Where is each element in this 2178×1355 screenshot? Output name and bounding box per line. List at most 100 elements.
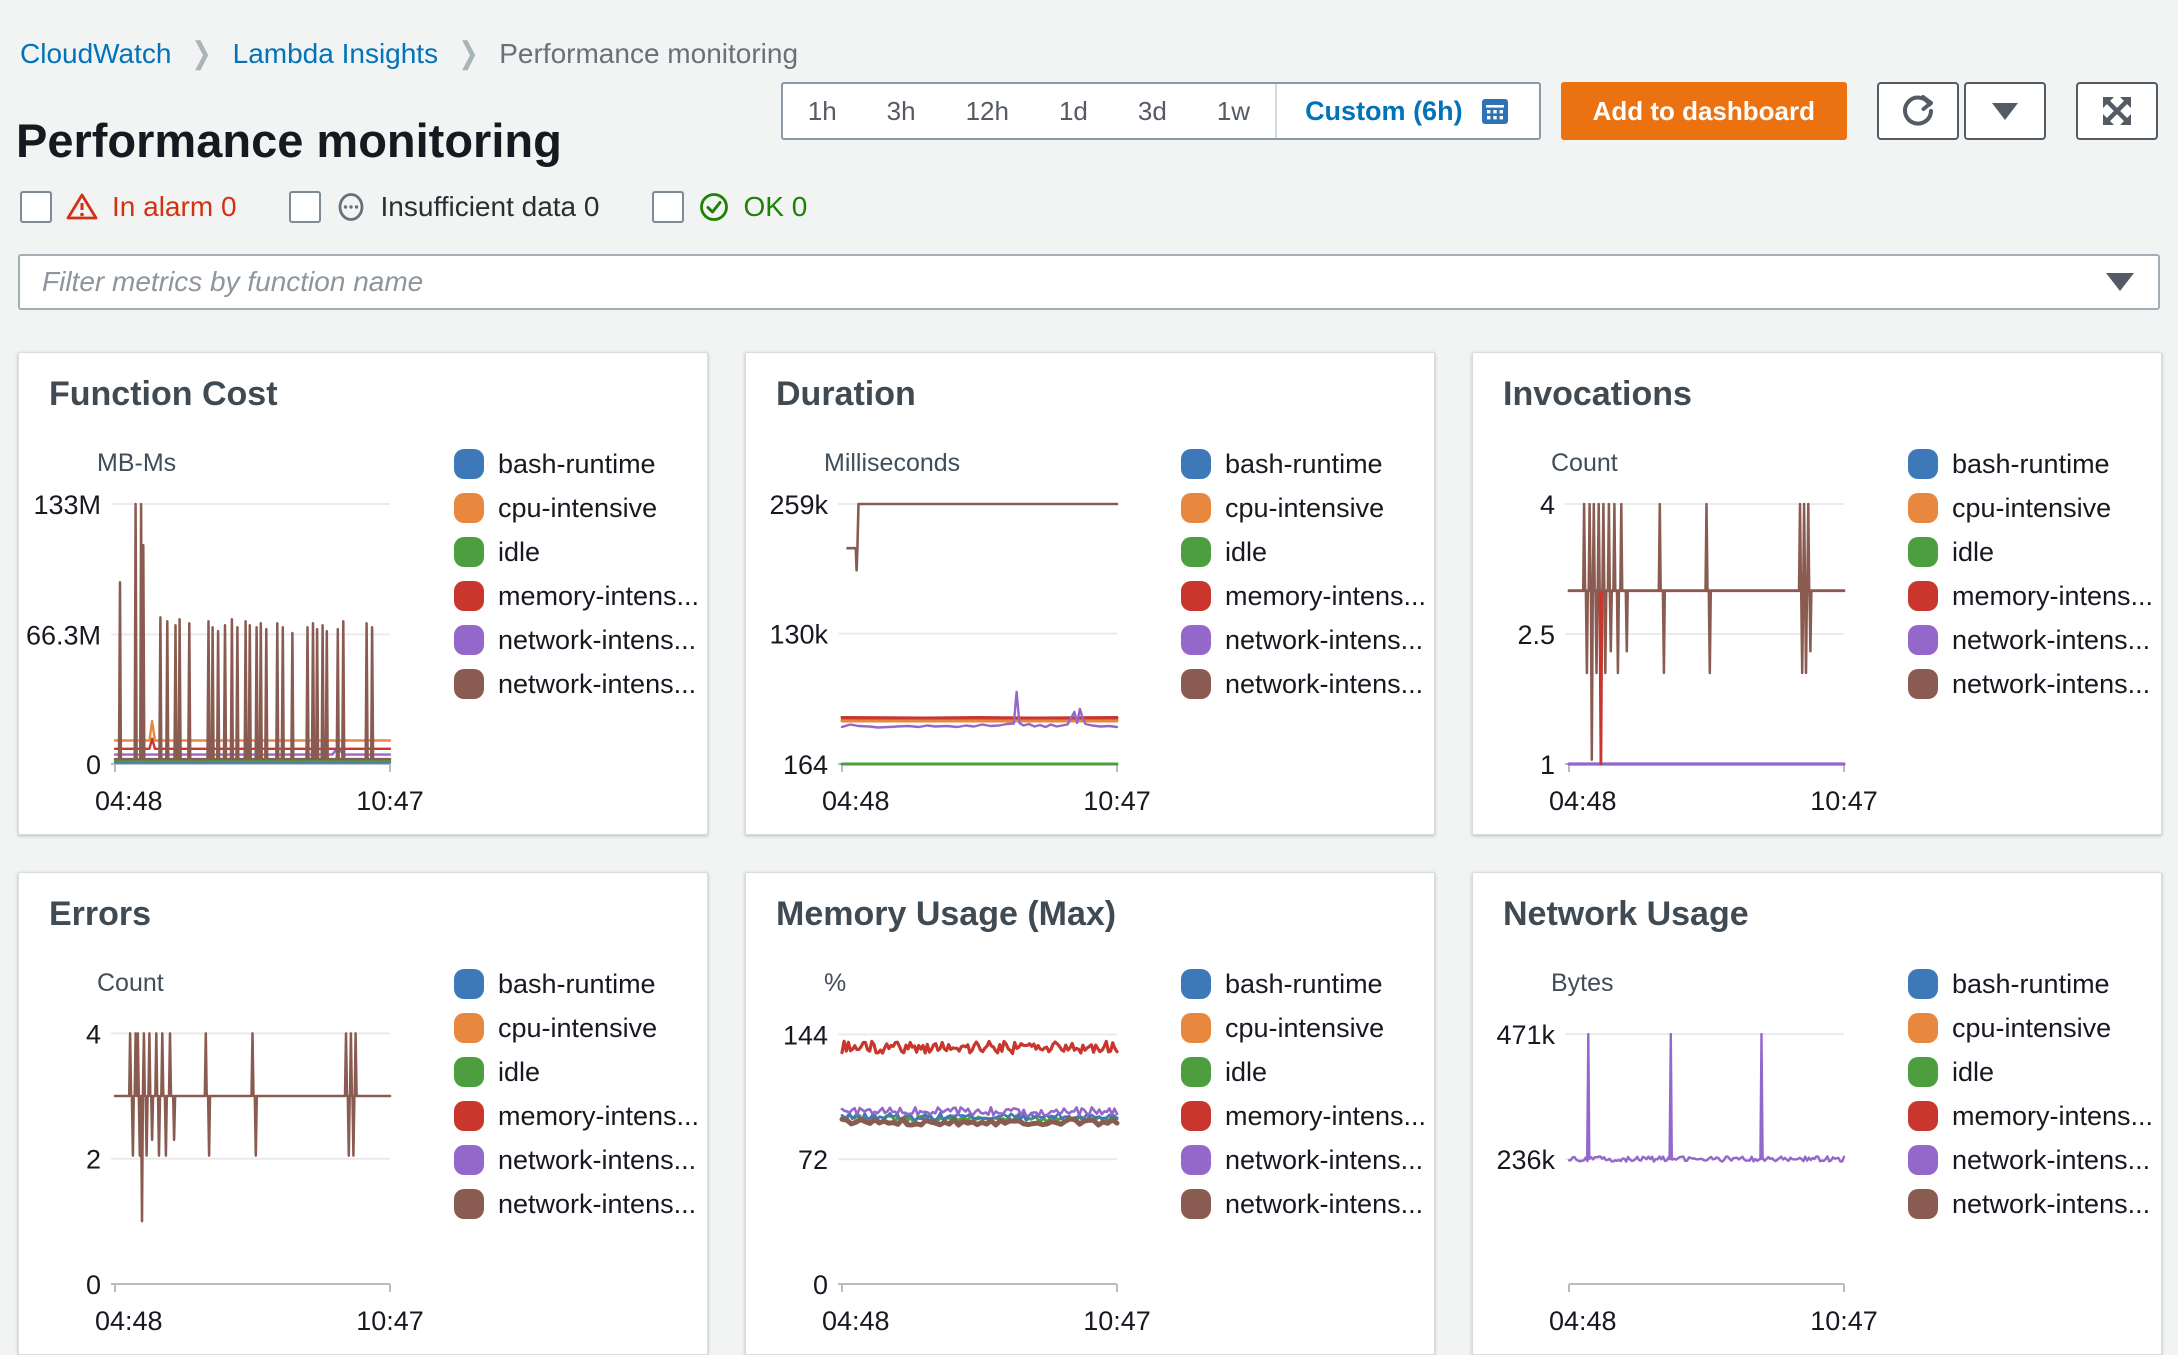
legend-item-3[interactable]: memory-intens... <box>1181 1101 1426 1131</box>
legend-item-0[interactable]: bash-runtime <box>1181 449 1426 479</box>
legend-item-1[interactable]: cpu-intensive <box>1181 493 1426 523</box>
page-title: Performance monitoring <box>16 114 562 168</box>
legend-item-5[interactable]: network-intens... <box>454 669 699 699</box>
svg-text:0: 0 <box>86 1270 101 1300</box>
legend-item-2[interactable]: idle <box>1908 1057 2153 1087</box>
legend-item-0[interactable]: bash-runtime <box>1181 969 1426 999</box>
legend-item-0[interactable]: bash-runtime <box>454 969 699 999</box>
legend-label: network-intens... <box>498 1188 697 1219</box>
legend-label: network-intens... <box>1952 1144 2151 1175</box>
alarm-filter-in-alarm: In alarm 0 <box>20 190 237 224</box>
legend-label: memory-intens... <box>1225 1100 1427 1131</box>
legend-label: cpu-intensive <box>1952 1012 2112 1043</box>
card-network-usage: Network Usage Bytes 471k 236k 04:48 10:47 b… <box>1472 872 2162 1355</box>
svg-text:72: 72 <box>798 1145 828 1175</box>
in-alarm-checkbox[interactable] <box>20 191 52 223</box>
breadcrumb-cloudwatch[interactable]: CloudWatch <box>20 38 171 70</box>
filter-dropdown-icon[interactable] <box>2106 273 2134 291</box>
svg-text:66.3M: 66.3M <box>26 620 101 650</box>
svg-text:04:48: 04:48 <box>95 786 163 816</box>
legend-item-1[interactable]: cpu-intensive <box>1908 1013 2153 1043</box>
legend-swatch <box>1181 1013 1211 1043</box>
ok-checkbox[interactable] <box>651 191 684 223</box>
chart-grid: Function Cost MB-Ms 133M 66.3M 0 04:48 10:47… <box>0 352 2178 1355</box>
legend-swatch <box>1908 625 1938 655</box>
svg-text:133M: 133M <box>33 490 101 520</box>
legend-label: memory-intens... <box>1225 580 1427 611</box>
legend-item-3[interactable]: memory-intens... <box>454 1101 699 1131</box>
legend-label: bash-runtime <box>1225 968 1383 999</box>
legend-label: idle <box>1225 536 1268 567</box>
legend-item-4[interactable]: network-intens... <box>1181 625 1426 655</box>
legend-swatch <box>1908 1057 1938 1087</box>
legend-item-4[interactable]: network-intens... <box>1181 1145 1426 1175</box>
time-range-custom[interactable]: Custom (6h) <box>1275 84 1539 138</box>
time-range-3d[interactable]: 3d <box>1113 84 1192 138</box>
legend-swatch <box>1181 581 1211 611</box>
chart-unit-label: Bytes <box>1551 969 1614 997</box>
legend-item-0[interactable]: bash-runtime <box>454 449 699 479</box>
time-range-1h[interactable]: 1h <box>783 84 862 138</box>
legend-label: network-intens... <box>1225 624 1424 655</box>
legend-item-5[interactable]: network-intens... <box>454 1189 699 1219</box>
legend-item-1[interactable]: cpu-intensive <box>1181 1013 1426 1043</box>
svg-text:10:47: 10:47 <box>1810 1306 1878 1336</box>
legend-label: bash-runtime <box>1952 968 2110 999</box>
chart-legend: bash-runtime cpu-intensive idle memory-inte… <box>1908 969 2153 1219</box>
legend-item-4[interactable]: network-intens... <box>1908 1145 2153 1175</box>
legend-label: idle <box>1225 1056 1268 1087</box>
time-range-1w[interactable]: 1w <box>1192 84 1275 138</box>
legend-item-5[interactable]: network-intens... <box>1181 1189 1426 1219</box>
legend-item-2[interactable]: idle <box>1908 537 2153 567</box>
legend-item-2[interactable]: idle <box>454 537 699 567</box>
legend-item-2[interactable]: idle <box>1181 1057 1426 1087</box>
errors-chart: 4 2 0 04:48 10:47 <box>86 1019 424 1336</box>
time-range-12h[interactable]: 12h <box>941 84 1034 138</box>
legend-label: cpu-intensive <box>498 1012 658 1043</box>
legend-label: cpu-intensive <box>1225 1012 1385 1043</box>
legend-item-5[interactable]: network-intens... <box>1908 669 2153 699</box>
legend-item-5[interactable]: network-intens... <box>1908 1189 2153 1219</box>
legend-item-4[interactable]: network-intens... <box>454 625 699 655</box>
legend-item-1[interactable]: cpu-intensive <box>454 1013 699 1043</box>
legend-item-4[interactable]: network-intens... <box>454 1145 699 1175</box>
legend-label: idle <box>498 536 541 567</box>
legend-item-3[interactable]: memory-intens... <box>454 581 699 611</box>
svg-text:1: 1 <box>1540 750 1555 780</box>
legend-swatch <box>454 1189 484 1219</box>
svg-text:236k: 236k <box>1496 1145 1555 1175</box>
legend-item-3[interactable]: memory-intens... <box>1181 581 1426 611</box>
add-to-dashboard-button[interactable]: Add to dashboard <box>1560 82 1847 140</box>
legend-item-2[interactable]: idle <box>1181 537 1426 567</box>
breadcrumb-lambda-insights[interactable]: Lambda Insights <box>233 38 438 70</box>
time-range-1d[interactable]: 1d <box>1034 84 1113 138</box>
legend-item-5[interactable]: network-intens... <box>1181 669 1426 699</box>
chart-unit-label: MB-Ms <box>97 449 177 477</box>
fullscreen-button[interactable] <box>2076 82 2158 140</box>
legend-label: cpu-intensive <box>498 492 658 523</box>
legend-item-3[interactable]: memory-intens... <box>1908 581 2153 611</box>
chart-title: Function Cost <box>49 375 278 413</box>
metric-filter-input[interactable] <box>20 266 2106 298</box>
time-range-3h[interactable]: 3h <box>862 84 941 138</box>
card-memory-usage: Memory Usage (Max) % 144 72 0 04:48 10:47 ba… <box>745 872 1435 1355</box>
time-range-selector: 1h 3h 12h 1d 3d 1w Custom (6h) <box>780 82 1541 140</box>
legend-item-4[interactable]: network-intens... <box>1908 625 2153 655</box>
chart-legend: bash-runtime cpu-intensive idle memory-inte… <box>1181 969 1426 1219</box>
refresh-button[interactable] <box>1877 82 1959 140</box>
legend-swatch <box>454 581 484 611</box>
legend-item-3[interactable]: memory-intens... <box>1908 1101 2153 1131</box>
legend-item-0[interactable]: bash-runtime <box>1908 969 2153 999</box>
chart-title: Invocations <box>1503 375 1692 413</box>
calendar-icon <box>1481 99 1508 124</box>
expand-icon <box>2103 97 2131 125</box>
svg-text:0: 0 <box>813 1270 828 1300</box>
legend-label: idle <box>498 1056 541 1087</box>
insufficient-data-checkbox[interactable] <box>288 191 321 223</box>
refresh-options-button[interactable] <box>1964 82 2046 140</box>
legend-item-2[interactable]: idle <box>454 1057 699 1087</box>
legend-item-1[interactable]: cpu-intensive <box>1908 493 2153 523</box>
legend-item-1[interactable]: cpu-intensive <box>454 493 699 523</box>
legend-item-0[interactable]: bash-runtime <box>1908 449 2153 479</box>
svg-text:144: 144 <box>783 1020 828 1050</box>
